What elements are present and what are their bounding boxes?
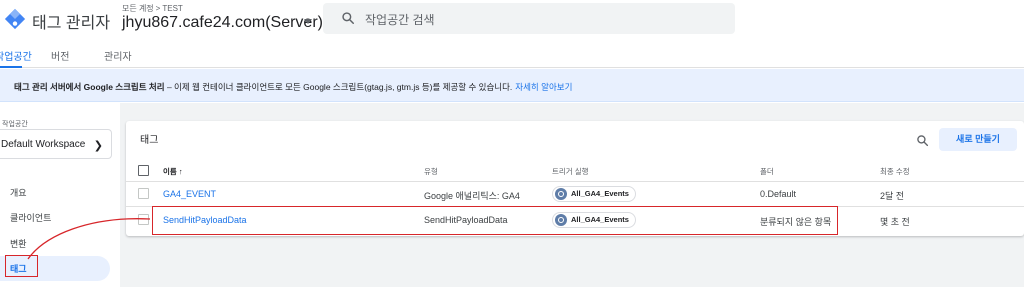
chevron-right-icon: ❯ (93, 140, 103, 152)
new-tag-button[interactable]: 새로 만들기 (939, 128, 1017, 151)
breadcrumb-separator: > (155, 4, 161, 13)
tag-modified: 2달 전 (880, 191, 905, 201)
annotation-row-highlight (152, 206, 838, 235)
learn-more-link[interactable]: 자세히 알아보기 (515, 82, 572, 92)
tag-modified: 몇 초 전 (880, 217, 910, 227)
breadcrumb-container[interactable]: TEST (162, 4, 182, 13)
container-dropdown-icon[interactable] (304, 19, 312, 24)
workspace-search-bar[interactable]: 작업공간 검색 (323, 3, 735, 34)
trigger-name: All_GA4_Events (571, 189, 629, 198)
header-divider (126, 181, 1024, 182)
container-name[interactable]: jhyu867.cafe24.com(Server) (122, 14, 323, 32)
search-icon (342, 12, 354, 24)
row-checkbox[interactable] (138, 188, 149, 199)
annotation-nav-highlight (5, 255, 38, 277)
column-header-modified[interactable]: 최종 수정 (880, 166, 910, 177)
workspace-name: Default Workspace (1, 139, 86, 150)
workspace-label: 작업공간 (2, 121, 28, 128)
tab-versions[interactable]: 버전 (51, 48, 69, 63)
breadcrumb[interactable]: 모든 계정 > TEST (122, 3, 183, 14)
tab-admin[interactable]: 관리자 (104, 48, 132, 63)
top-bar: 태그 관리자 모든 계정 > TEST jhyu867.cafe24.com(Ser… (0, 0, 1024, 40)
info-banner: 태그 관리 서버에서 Google 스크립트 처리 – 이제 웹 컨테이너 클라… (0, 69, 1024, 102)
banner-message: 태그 관리 서버에서 Google 스크립트 처리 – 이제 웹 컨테이너 클라… (14, 81, 572, 93)
tab-workspace[interactable]: 작업공간 (0, 48, 32, 63)
tag-name-link[interactable]: GA4_EVENT (163, 189, 216, 199)
select-all-checkbox[interactable] (138, 165, 149, 176)
tag-manager-logo-icon[interactable] (4, 8, 26, 30)
tab-bar: 작업공간 버전 관리자 (0, 40, 1024, 68)
sidebar-item-overview[interactable]: 개요 (10, 186, 27, 199)
tag-folder: 0.Default (760, 189, 797, 199)
column-header-type[interactable]: 유형 (424, 166, 438, 177)
sidebar-item-transformations[interactable]: 변환 (10, 237, 27, 250)
row-checkbox[interactable] (138, 214, 149, 225)
trigger-icon (555, 188, 567, 200)
column-header-name[interactable]: 이름 ↑ (163, 166, 183, 177)
column-header-trigger[interactable]: 트리거 실행 (552, 166, 589, 177)
app-title: 태그 관리자 (32, 15, 111, 32)
tag-type: Google 애널리틱스: GA4 (424, 191, 520, 201)
trigger-chip[interactable]: All_GA4_Events (552, 186, 636, 202)
banner-body: – 이제 웹 컨테이너 클라이언트로 모든 Google 스크립트(gtag.j… (164, 82, 513, 92)
search-input[interactable]: 작업공간 검색 (365, 11, 435, 28)
sidebar-item-clients[interactable]: 클라이언트 (10, 211, 51, 224)
workspace-selector[interactable]: Default Workspace ❯ (0, 129, 112, 159)
banner-heading: 태그 관리 서버에서 Google 스크립트 처리 (14, 82, 165, 92)
search-icon[interactable] (916, 134, 929, 147)
tags-card-title: 태그 (140, 135, 159, 146)
active-tab-indicator (0, 66, 22, 68)
column-header-folder[interactable]: 폴더 (760, 166, 774, 177)
breadcrumb-account[interactable]: 모든 계정 (122, 4, 154, 13)
